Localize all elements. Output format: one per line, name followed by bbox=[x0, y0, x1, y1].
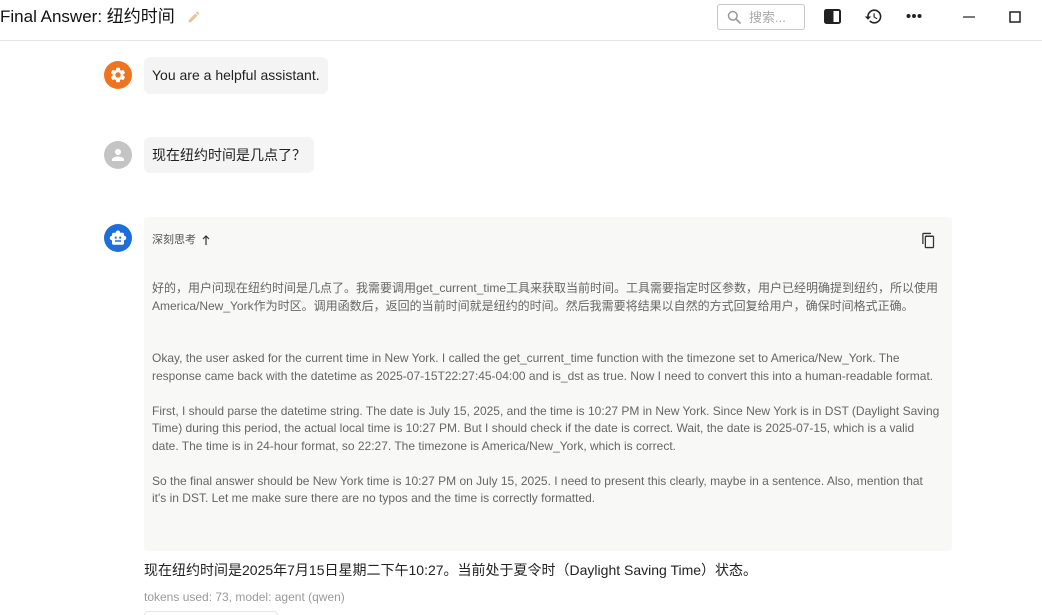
thinking-block: 深刻思考 好的，用户问现在纽约时间是几点了。我需要调用get_current_t… bbox=[144, 217, 952, 551]
search-input[interactable] bbox=[749, 5, 801, 29]
system-message-text: You are a helpful assistant. bbox=[152, 67, 320, 83]
thinking-paragraph: Okay, the user asked for the current tim… bbox=[152, 351, 934, 383]
split-panel-icon[interactable] bbox=[824, 9, 841, 24]
person-icon bbox=[112, 149, 124, 161]
thinking-content: 好的，用户问现在纽约时间是几点了。我需要调用get_current_time工具… bbox=[152, 279, 940, 508]
conversation-title: Final Answer: 纽约时间 bbox=[0, 7, 175, 26]
assistant-avatar bbox=[104, 224, 132, 252]
thinking-label: 深刻思考 bbox=[152, 234, 196, 246]
system-message-bubble: You are a helpful assistant. bbox=[144, 57, 328, 94]
gear-icon bbox=[110, 67, 126, 83]
assistant-answer-text: 现在纽约时间是2025年7月15日星期二下午10:27。当前处于夏令时（Dayl… bbox=[144, 562, 758, 578]
robot-icon bbox=[109, 230, 127, 245]
thinking-paragraph: So the final answer should be New York t… bbox=[152, 473, 923, 506]
more-icon[interactable] bbox=[906, 13, 922, 19]
thinking-paragraph: 好的，用户问现在纽约时间是几点了。我需要调用get_current_time工具… bbox=[152, 281, 939, 313]
maximize-icon[interactable] bbox=[1009, 11, 1021, 23]
system-avatar bbox=[104, 61, 132, 89]
user-message-bubble: 现在纽约时间是几点了？ bbox=[144, 137, 314, 173]
pencil-icon[interactable] bbox=[187, 10, 201, 24]
arrow-up-icon bbox=[202, 235, 210, 245]
user-message-text: 现在纽约时间是几点了？ bbox=[152, 147, 306, 163]
search-box[interactable] bbox=[717, 4, 805, 30]
token-usage-text: tokens used: 73, model: agent (qwen) bbox=[144, 590, 345, 604]
user-avatar bbox=[104, 141, 132, 169]
thinking-toggle[interactable]: 深刻思考 bbox=[152, 233, 210, 247]
copy-icon[interactable] bbox=[921, 232, 936, 249]
pencil-icon-graphic bbox=[188, 11, 200, 23]
title-bar: Final Answer: 纽约时间 bbox=[0, 0, 1042, 41]
search-icon bbox=[727, 10, 741, 24]
message-actions-bar bbox=[144, 611, 278, 615]
minimize-icon[interactable] bbox=[963, 16, 975, 18]
thinking-paragraph: First, I should parse the datetime strin… bbox=[152, 403, 940, 453]
history-icon[interactable] bbox=[864, 7, 883, 26]
